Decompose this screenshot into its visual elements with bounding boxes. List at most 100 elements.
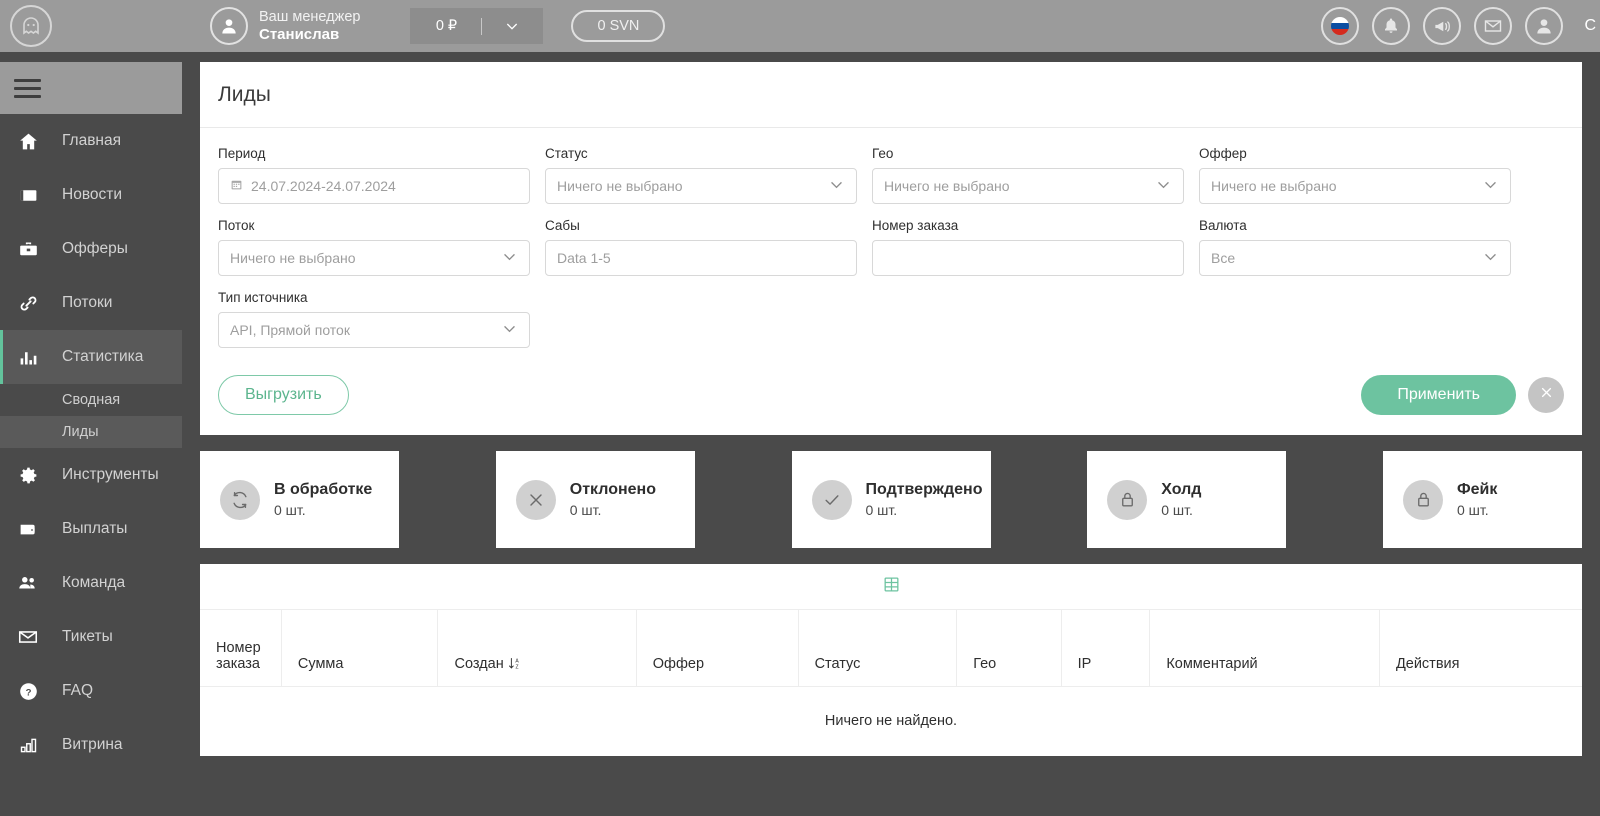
showcase-chart-icon bbox=[14, 735, 42, 756]
table-header-ip[interactable]: IP bbox=[1061, 610, 1150, 686]
table-header-created[interactable]: СозданAZ bbox=[438, 610, 636, 686]
filter-currency: Валюта Все bbox=[1199, 218, 1511, 276]
manager-avatar-icon bbox=[210, 7, 248, 45]
balance-value: 0 ₽ bbox=[411, 18, 481, 34]
sidebar-item-novosti[interactable]: Новости bbox=[0, 168, 182, 222]
sidebar-item-statistika[interactable]: Статистика bbox=[0, 330, 182, 384]
filter-subs: Сабы Data 1-5 bbox=[545, 218, 857, 276]
status-card-hold[interactable]: Холд 0 шт. bbox=[1087, 451, 1286, 548]
filter-label: Статус bbox=[545, 146, 857, 161]
filter-source-type: Тип источника API, Прямой поток bbox=[218, 290, 530, 348]
filter-offer: Оффер Ничего не выбрано bbox=[1199, 146, 1511, 204]
filter-order-number: Номер заказа bbox=[872, 218, 1184, 276]
leads-table: Номер заказа Сумма СозданAZ Оффер Статус… bbox=[200, 610, 1582, 756]
svg-text:A: A bbox=[515, 658, 519, 664]
apply-button[interactable]: Применить bbox=[1361, 375, 1516, 415]
period-value: 24.07.2024-24.07.2024 bbox=[251, 178, 396, 194]
close-icon bbox=[1538, 384, 1555, 406]
status-card-processing[interactable]: В обработке 0 шт. bbox=[200, 451, 399, 548]
status-card-rejected[interactable]: Отклонено 0 шт. bbox=[496, 451, 695, 548]
filter-label: Поток bbox=[218, 218, 530, 233]
offer-select[interactable]: Ничего не выбрано bbox=[1199, 168, 1511, 204]
sidebar-item-faq[interactable]: ? FAQ bbox=[0, 664, 182, 718]
sidebar-subitem-label: Сводная bbox=[62, 392, 120, 408]
lock-icon bbox=[1403, 480, 1443, 520]
subs-value: Data 1-5 bbox=[557, 250, 611, 266]
flow-select[interactable]: Ничего не выбрано bbox=[218, 240, 530, 276]
link-icon bbox=[14, 293, 42, 314]
filter-label: Валюта bbox=[1199, 218, 1511, 233]
sidebar-subitem-label: Лиды bbox=[62, 424, 99, 440]
sidebar-subitem-svodnaya[interactable]: Сводная bbox=[0, 384, 182, 416]
ru-flag-icon[interactable] bbox=[1321, 7, 1359, 45]
sidebar-item-potoki[interactable]: Потоки bbox=[0, 276, 182, 330]
table-header-actions[interactable]: Действия bbox=[1379, 610, 1582, 686]
sidebar-item-label: Витрина bbox=[62, 736, 123, 754]
table-empty-message: Ничего не найдено. bbox=[200, 686, 1582, 756]
user-name-label: С bbox=[1584, 17, 1596, 35]
sidebar-subitem-lidy[interactable]: Лиды bbox=[0, 416, 182, 448]
status-card-title: Фейк bbox=[1457, 479, 1497, 501]
table-columns-icon[interactable] bbox=[882, 575, 901, 599]
export-button[interactable]: Выгрузить bbox=[218, 375, 349, 415]
subs-input[interactable]: Data 1-5 bbox=[545, 240, 857, 276]
filter-label: Период bbox=[218, 146, 530, 161]
table-header-status[interactable]: Статус bbox=[798, 610, 957, 686]
svn-balance-pill[interactable]: 0 SVN bbox=[571, 10, 665, 42]
flow-value: Ничего не выбрано bbox=[230, 250, 356, 266]
megaphone-icon[interactable] bbox=[1423, 7, 1461, 45]
filter-label: Оффер bbox=[1199, 146, 1511, 161]
status-card-fake[interactable]: Фейк 0 шт. bbox=[1383, 451, 1582, 548]
page-title-panel: Лиды bbox=[200, 62, 1582, 128]
reset-filters-button[interactable] bbox=[1528, 377, 1564, 413]
status-card-title: В обработке bbox=[274, 479, 372, 501]
currency-select[interactable]: Все bbox=[1199, 240, 1511, 276]
sidebar-item-instrumenty[interactable]: Инструменты bbox=[0, 448, 182, 502]
table-header-geo[interactable]: Гео bbox=[957, 610, 1061, 686]
bell-icon[interactable] bbox=[1372, 7, 1410, 45]
sidebar-item-label: Новости bbox=[62, 186, 122, 204]
brand-logo[interactable] bbox=[0, 5, 195, 47]
sidebar-item-komanda[interactable]: Команда bbox=[0, 556, 182, 610]
chevron-down-icon bbox=[501, 320, 518, 340]
filter-row-3: Тип источника API, Прямой поток bbox=[218, 290, 1564, 362]
sidebar-item-vyplaty[interactable]: Выплаты bbox=[0, 502, 182, 556]
sidebar-item-tikety[interactable]: Тикеты bbox=[0, 610, 182, 664]
menu-toggle-button[interactable] bbox=[0, 62, 182, 114]
period-input[interactable]: 24.07.2024-24.07.2024 bbox=[218, 168, 530, 204]
manager-block[interactable]: Ваш менеджер Станислав bbox=[210, 7, 360, 45]
chevron-down-icon bbox=[501, 248, 518, 268]
chevron-down-icon[interactable] bbox=[482, 18, 542, 34]
sidebar-item-offery[interactable]: Офферы bbox=[0, 222, 182, 276]
table-header-order-number[interactable]: Номер заказа bbox=[200, 610, 281, 686]
calendar-icon bbox=[230, 178, 243, 194]
leads-table-panel: Номер заказа Сумма СозданAZ Оффер Статус… bbox=[200, 564, 1582, 756]
table-header-amount[interactable]: Сумма bbox=[281, 610, 438, 686]
sidebar-item-label: Офферы bbox=[62, 240, 128, 258]
filter-label: Гео bbox=[872, 146, 1184, 161]
sidebar-item-vitrina[interactable]: Витрина bbox=[0, 718, 182, 772]
ghost-logo-icon bbox=[10, 5, 52, 47]
geo-value: Ничего не выбрано bbox=[884, 178, 1010, 194]
sidebar-item-glavnaya[interactable]: Главная bbox=[0, 114, 182, 168]
status-card-count: 0 шт. bbox=[1457, 501, 1497, 520]
currency-value: Все bbox=[1211, 250, 1235, 266]
status-card-confirmed[interactable]: Подтверждено 0 шт. bbox=[792, 451, 991, 548]
chevron-down-icon bbox=[828, 176, 845, 196]
table-header-offer[interactable]: Оффер bbox=[636, 610, 798, 686]
sidebar: Главная Новости Офферы bbox=[0, 52, 182, 816]
balance-dropdown[interactable]: 0 ₽ bbox=[410, 8, 543, 44]
order-number-input[interactable] bbox=[872, 240, 1184, 276]
status-select[interactable]: Ничего не выбрано bbox=[545, 168, 857, 204]
table-toolbar bbox=[200, 564, 1582, 610]
main-content: Лиды Период bbox=[182, 52, 1600, 816]
source-type-select[interactable]: API, Прямой поток bbox=[218, 312, 530, 348]
table-header-comment[interactable]: Комментарий bbox=[1150, 610, 1380, 686]
sidebar-item-label: Статистика bbox=[62, 348, 143, 366]
check-icon bbox=[812, 480, 852, 520]
envelope-icon[interactable] bbox=[1474, 7, 1512, 45]
filter-label: Сабы bbox=[545, 218, 857, 233]
geo-select[interactable]: Ничего не выбрано bbox=[872, 168, 1184, 204]
user-icon[interactable] bbox=[1525, 7, 1563, 45]
table-header-row: Номер заказа Сумма СозданAZ Оффер Статус… bbox=[200, 610, 1582, 686]
